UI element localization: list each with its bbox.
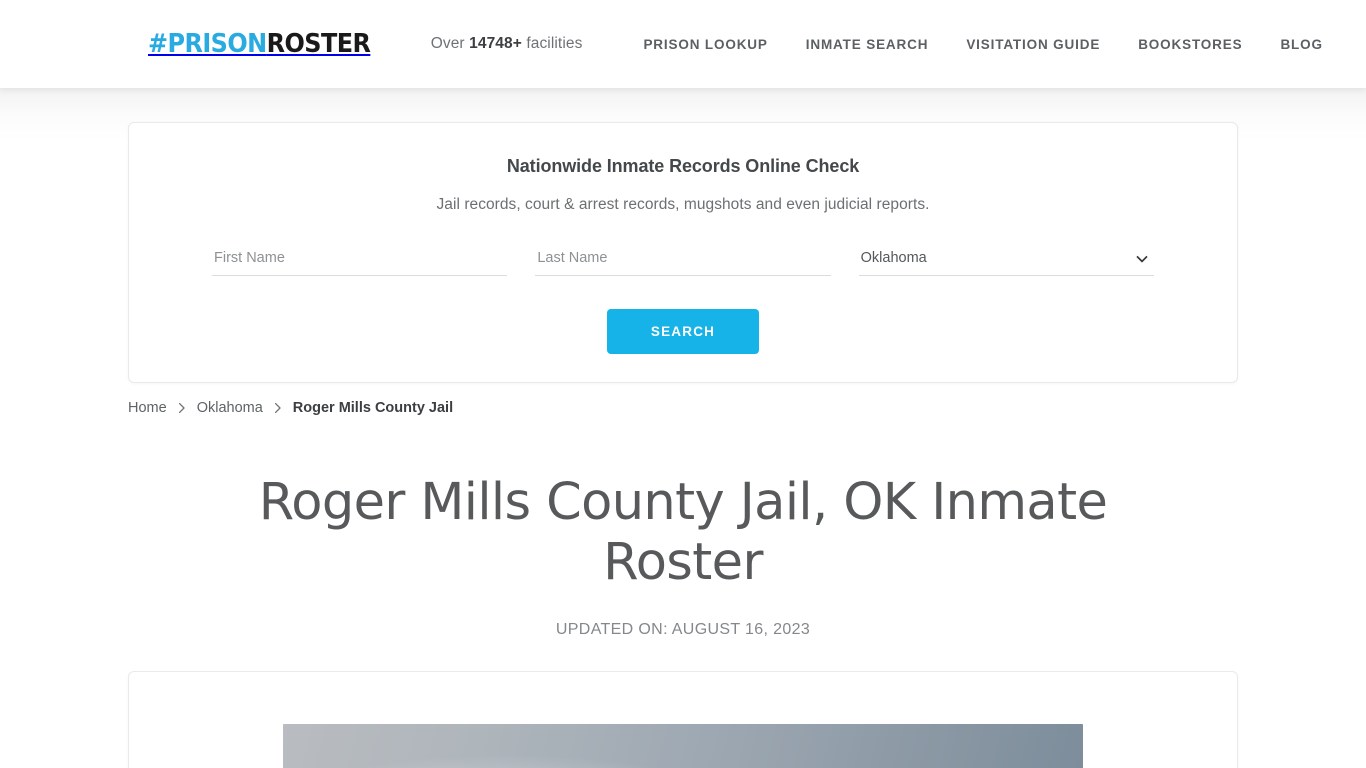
- page-title: Roger Mills County Jail, OK Inmate Roste…: [258, 473, 1108, 592]
- state-field-wrap: AlabamaAlaskaArizonaArkansasCaliforniaOk…: [858, 245, 1154, 276]
- facilities-number: 14748+: [469, 35, 522, 52]
- nav-prison-lookup[interactable]: PRISON LOOKUP: [624, 37, 786, 52]
- main-navigation: PRISON LOOKUP INMATE SEARCH VISITATION G…: [624, 37, 1341, 52]
- last-name-input[interactable]: [535, 245, 831, 276]
- article-card: [128, 671, 1238, 768]
- inmate-search-form: AlabamaAlaskaArizonaArkansasCaliforniaOk…: [159, 245, 1207, 276]
- nav-visitation-guide[interactable]: VISITATION GUIDE: [947, 37, 1119, 52]
- breadcrumb-item-home[interactable]: Home: [128, 400, 167, 416]
- search-card-subtitle: Jail records, court & arrest records, mu…: [436, 196, 930, 213]
- content-container: Nationwide Inmate Records Online Check J…: [128, 122, 1238, 768]
- page-body: Nationwide Inmate Records Online Check J…: [0, 88, 1366, 768]
- breadcrumb-separator-icon: [167, 401, 197, 415]
- facilities-suffix: facilities: [526, 35, 583, 52]
- state-select[interactable]: AlabamaAlaskaArizonaArkansasCaliforniaOk…: [858, 245, 1154, 276]
- last-name-field-wrap: [535, 245, 831, 276]
- updated-on-text: UPDATED ON: AUGUST 16, 2023: [555, 621, 811, 638]
- nav-bookstores[interactable]: BOOKSTORES: [1119, 37, 1261, 52]
- facilities-prefix: Over: [430, 35, 465, 52]
- first-name-input[interactable]: [212, 245, 508, 276]
- search-button-row: SEARCH: [159, 309, 1207, 354]
- site-logo[interactable]: #PRISONROSTER: [148, 29, 371, 59]
- breadcrumb-item-oklahoma[interactable]: Oklahoma: [197, 400, 263, 416]
- breadcrumb-item-current: Roger Mills County Jail: [292, 400, 454, 416]
- breadcrumb: Home Oklahoma Roger Mills County Jail: [128, 400, 1238, 416]
- inmate-search-card: Nationwide Inmate Records Online Check J…: [128, 122, 1238, 383]
- site-header: #PRISONROSTER Over 14748+ facilities PRI…: [0, 0, 1366, 88]
- logo-prison-text: PRISON: [167, 29, 267, 59]
- facilities-count: Over 14748+ facilities: [431, 35, 583, 53]
- nav-blog[interactable]: BLOG: [1261, 37, 1341, 52]
- header-inner: #PRISONROSTER Over 14748+ facilities PRI…: [0, 0, 1366, 88]
- search-button[interactable]: SEARCH: [606, 309, 760, 354]
- search-card-title: Nationwide Inmate Records Online Check: [506, 156, 860, 176]
- facility-photo: [283, 724, 1083, 768]
- breadcrumb-separator-icon-2: [263, 401, 293, 415]
- nav-inmate-search[interactable]: INMATE SEARCH: [787, 37, 948, 52]
- first-name-field-wrap: [212, 245, 508, 276]
- logo-hash: #: [148, 29, 168, 59]
- logo-roster-text: ROSTER: [266, 29, 371, 59]
